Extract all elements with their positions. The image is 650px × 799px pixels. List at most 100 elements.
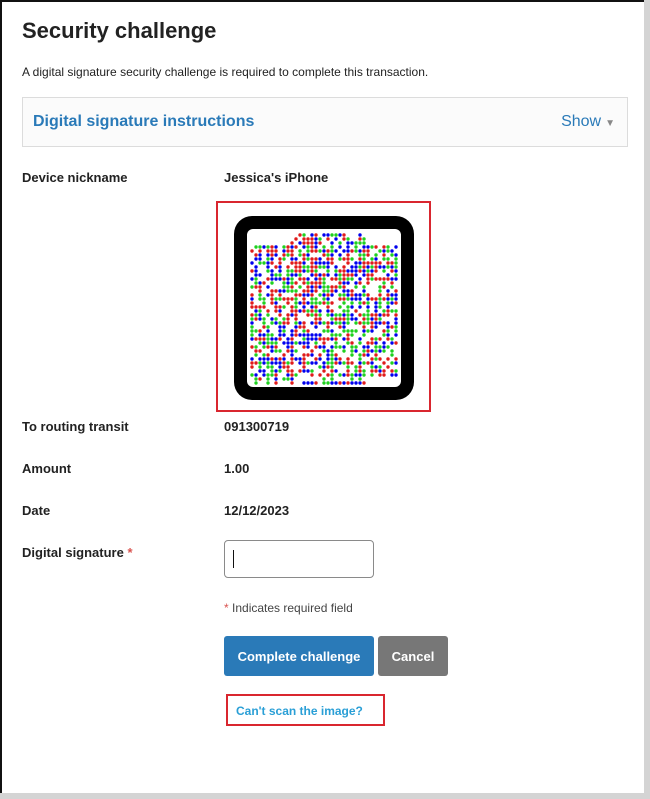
- code-dot: [330, 313, 334, 317]
- code-dot: [266, 285, 270, 289]
- instructions-panel-title[interactable]: Digital signature instructions: [33, 113, 254, 131]
- code-dot: [258, 337, 262, 341]
- code-dot: [302, 237, 306, 241]
- code-dot: [330, 329, 334, 333]
- code-dot: [390, 297, 394, 301]
- code-dot: [294, 325, 298, 329]
- code-dot: [394, 277, 398, 281]
- code-dot: [342, 345, 346, 349]
- code-dot: [366, 301, 370, 305]
- code-dot: [326, 353, 330, 357]
- code-dot: [374, 321, 378, 325]
- code-dot: [338, 361, 342, 365]
- code-dot: [334, 317, 338, 321]
- code-dot: [294, 257, 298, 261]
- horizontal-scrollbar[interactable]: [0, 793, 650, 799]
- code-dot: [302, 257, 306, 261]
- instructions-toggle-label[interactable]: Show: [561, 113, 601, 130]
- code-dot: [282, 257, 286, 261]
- code-dot: [258, 341, 262, 345]
- code-dot: [386, 365, 390, 369]
- code-dot: [342, 321, 346, 325]
- code-dot: [334, 237, 338, 241]
- code-dot: [290, 269, 294, 273]
- code-dot: [390, 361, 394, 365]
- code-dot: [330, 381, 334, 385]
- code-dot: [262, 341, 266, 345]
- instructions-panel[interactable]: Digital signature instructions Show ▼: [22, 97, 628, 147]
- code-dot: [358, 233, 362, 237]
- code-dot: [294, 357, 298, 361]
- code-dot: [314, 333, 318, 337]
- code-dot: [326, 361, 330, 365]
- code-dot: [266, 361, 270, 365]
- code-dot: [286, 281, 290, 285]
- code-dot: [394, 341, 398, 345]
- code-dot: [330, 245, 334, 249]
- code-dot: [338, 277, 342, 281]
- code-dot: [346, 361, 350, 365]
- code-dot: [286, 249, 290, 253]
- complete-challenge-button[interactable]: Complete challenge: [224, 636, 374, 676]
- code-dot: [306, 369, 310, 373]
- code-dot: [390, 249, 394, 253]
- code-dot: [394, 373, 398, 377]
- code-dot: [378, 369, 382, 373]
- code-dot: [386, 305, 390, 309]
- code-dot: [290, 253, 294, 257]
- cant-scan-image-link[interactable]: Can't scan the image?: [236, 704, 363, 718]
- code-dot: [338, 269, 342, 273]
- code-dot: [330, 353, 334, 357]
- code-dot: [342, 293, 346, 297]
- code-dot: [382, 285, 386, 289]
- code-dot: [394, 321, 398, 325]
- code-dot: [310, 241, 314, 245]
- code-dot: [274, 265, 278, 269]
- code-dot: [358, 365, 362, 369]
- code-dot: [322, 349, 326, 353]
- code-dot: [302, 309, 306, 313]
- code-dot: [258, 253, 262, 257]
- code-dot: [326, 337, 330, 341]
- cancel-button[interactable]: Cancel: [378, 636, 448, 676]
- code-dot: [366, 261, 370, 265]
- code-dot: [354, 309, 358, 313]
- code-dot: [270, 257, 274, 261]
- code-dot: [258, 285, 262, 289]
- code-dot: [278, 309, 282, 313]
- code-dot: [318, 357, 322, 361]
- code-dot: [282, 333, 286, 337]
- code-dot: [374, 365, 378, 369]
- code-dot: [394, 357, 398, 361]
- code-dot: [270, 301, 274, 305]
- code-dot: [338, 253, 342, 257]
- code-dot: [290, 257, 294, 261]
- code-dot: [330, 337, 334, 341]
- code-dot: [250, 277, 254, 281]
- code-dot: [286, 337, 290, 341]
- code-dot: [382, 349, 386, 353]
- code-dot: [314, 237, 318, 241]
- code-dot: [362, 289, 366, 293]
- instructions-toggle[interactable]: Show ▼: [561, 113, 615, 131]
- code-dot: [378, 277, 382, 281]
- code-dot: [298, 369, 302, 373]
- code-dot: [282, 377, 286, 381]
- code-dot: [390, 281, 394, 285]
- code-dot: [294, 305, 298, 309]
- code-dot: [310, 305, 314, 309]
- code-dot: [258, 249, 262, 253]
- digital-signature-label-text: Digital signature: [22, 545, 124, 560]
- code-dot: [326, 297, 330, 301]
- digital-signature-input[interactable]: [224, 540, 374, 578]
- code-dot: [346, 357, 350, 361]
- code-dot: [286, 345, 290, 349]
- code-dot: [354, 365, 358, 369]
- code-dot: [254, 317, 258, 321]
- code-dot: [342, 297, 346, 301]
- code-dot: [366, 321, 370, 325]
- vertical-scrollbar[interactable]: [644, 0, 650, 799]
- code-dot: [270, 245, 274, 249]
- routing-transit-value: 091300719: [224, 419, 290, 434]
- code-dot: [378, 301, 382, 305]
